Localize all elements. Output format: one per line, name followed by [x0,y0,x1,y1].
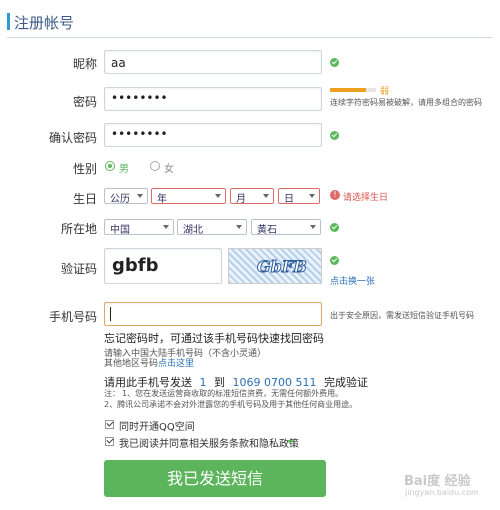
password-label: 密码 [72,95,97,109]
password-value: •••••••• [111,91,168,105]
chevron-down-icon [137,194,143,198]
chevron-down-icon [309,194,315,198]
gender-male-label: 男 [119,164,129,175]
calendar-select[interactable]: 公历 [104,188,148,205]
captcha-value: gbfb [112,255,159,276]
check-icon [330,58,339,67]
month-value: 月 [236,194,246,205]
calendar-value: 公历 [110,194,130,205]
page-title: 注册帐号 [14,14,75,32]
sms-note-label: 注： [104,389,120,398]
phone-forgot-tip: 忘记密码时，可通过该手机号码快速找回密码 [104,332,324,345]
sms-note-1: 1、您在发送运营商收取的标准短信资费，无需任何额外费用。 [122,389,344,398]
phone-input[interactable] [104,302,322,326]
check-icon [330,131,339,140]
day-value: 日 [284,194,294,205]
password-strength-bar [330,88,366,92]
month-select[interactable]: 月 [230,188,274,205]
gender-male-radio[interactable] [105,161,115,171]
qq-space-checkbox[interactable] [105,420,114,429]
other-region-text: 其他地区号码点击这里 [104,356,194,369]
gender-label: 性别 [72,162,97,176]
text-cursor [110,307,111,321]
qq-space-label: 同时开通QQ空间 [119,422,195,433]
captcha-refresh-link[interactable]: 点击换一张 [330,274,375,287]
chevron-down-icon [310,225,316,229]
captcha-label: 验证码 [60,262,97,276]
gender-female-radio[interactable] [150,161,160,171]
title-accent-bar [7,13,10,30]
gender-female-label: 女 [164,164,174,175]
password-strength-track [366,88,376,92]
error-icon: ! [330,190,340,200]
password-strength-label: 弱 [380,87,390,97]
watermark-url: jingyan.baidu.com [405,488,479,497]
confirm-password-input[interactable]: •••••••• [104,123,322,147]
year-value: 年 [157,194,167,205]
chevron-down-icon [215,194,221,198]
country-value: 中国 [110,225,130,236]
submit-button[interactable]: 我已发送短信 [104,460,326,497]
chevron-down-icon [163,225,169,229]
title-divider [7,37,493,38]
other-region-link[interactable]: 点击这里 [158,359,194,369]
chevron-down-icon[interactable] [287,440,293,444]
password-input[interactable]: •••••••• [104,87,322,111]
nickname-input[interactable]: aa [104,50,322,74]
phone-label: 手机号码 [48,310,97,324]
sms-note-2: 2、腾讯公司承诺不会对外泄露您的手机号码及用于其他任何商业用途。 [104,400,358,409]
nickname-value: aa [111,56,126,70]
location-label: 所在地 [60,222,97,236]
country-select[interactable]: 中国 [104,219,174,236]
province-select[interactable]: 湖北 [177,219,247,236]
city-select[interactable]: 黄石 [251,219,321,236]
agreement-label[interactable]: 我已阅读并同意相关服务条款和隐私政策 [119,435,299,450]
captcha-image[interactable]: GbFB [228,248,322,284]
birthday-error: 请选择生日 [343,193,389,203]
captcha-image-text: GbFB [257,257,308,277]
other-region-prefix: 其他地区号码 [104,359,159,369]
agreement-checkbox[interactable] [105,437,114,446]
phone-side-hint: 出于安全原因，需发送短信验证手机号码 [330,311,474,320]
confirm-password-value: •••••••• [111,127,168,141]
chevron-down-icon [236,225,242,229]
check-icon [330,256,339,265]
captcha-input[interactable]: gbfb [104,248,222,284]
province-value: 湖北 [183,225,203,236]
check-icon [330,223,339,232]
confirm-password-label: 确认密码 [48,131,97,145]
birthday-label: 生日 [72,192,97,206]
password-strength-hint: 连续字符密码易被破解，请用多组合的密码 [330,98,482,107]
watermark-logo: Bai度 经验 [404,474,471,489]
year-select[interactable]: 年 [151,188,226,205]
day-select[interactable]: 日 [278,188,320,205]
chevron-down-icon [263,194,269,198]
city-value: 黄石 [257,225,277,236]
nickname-label: 昵称 [72,57,97,71]
